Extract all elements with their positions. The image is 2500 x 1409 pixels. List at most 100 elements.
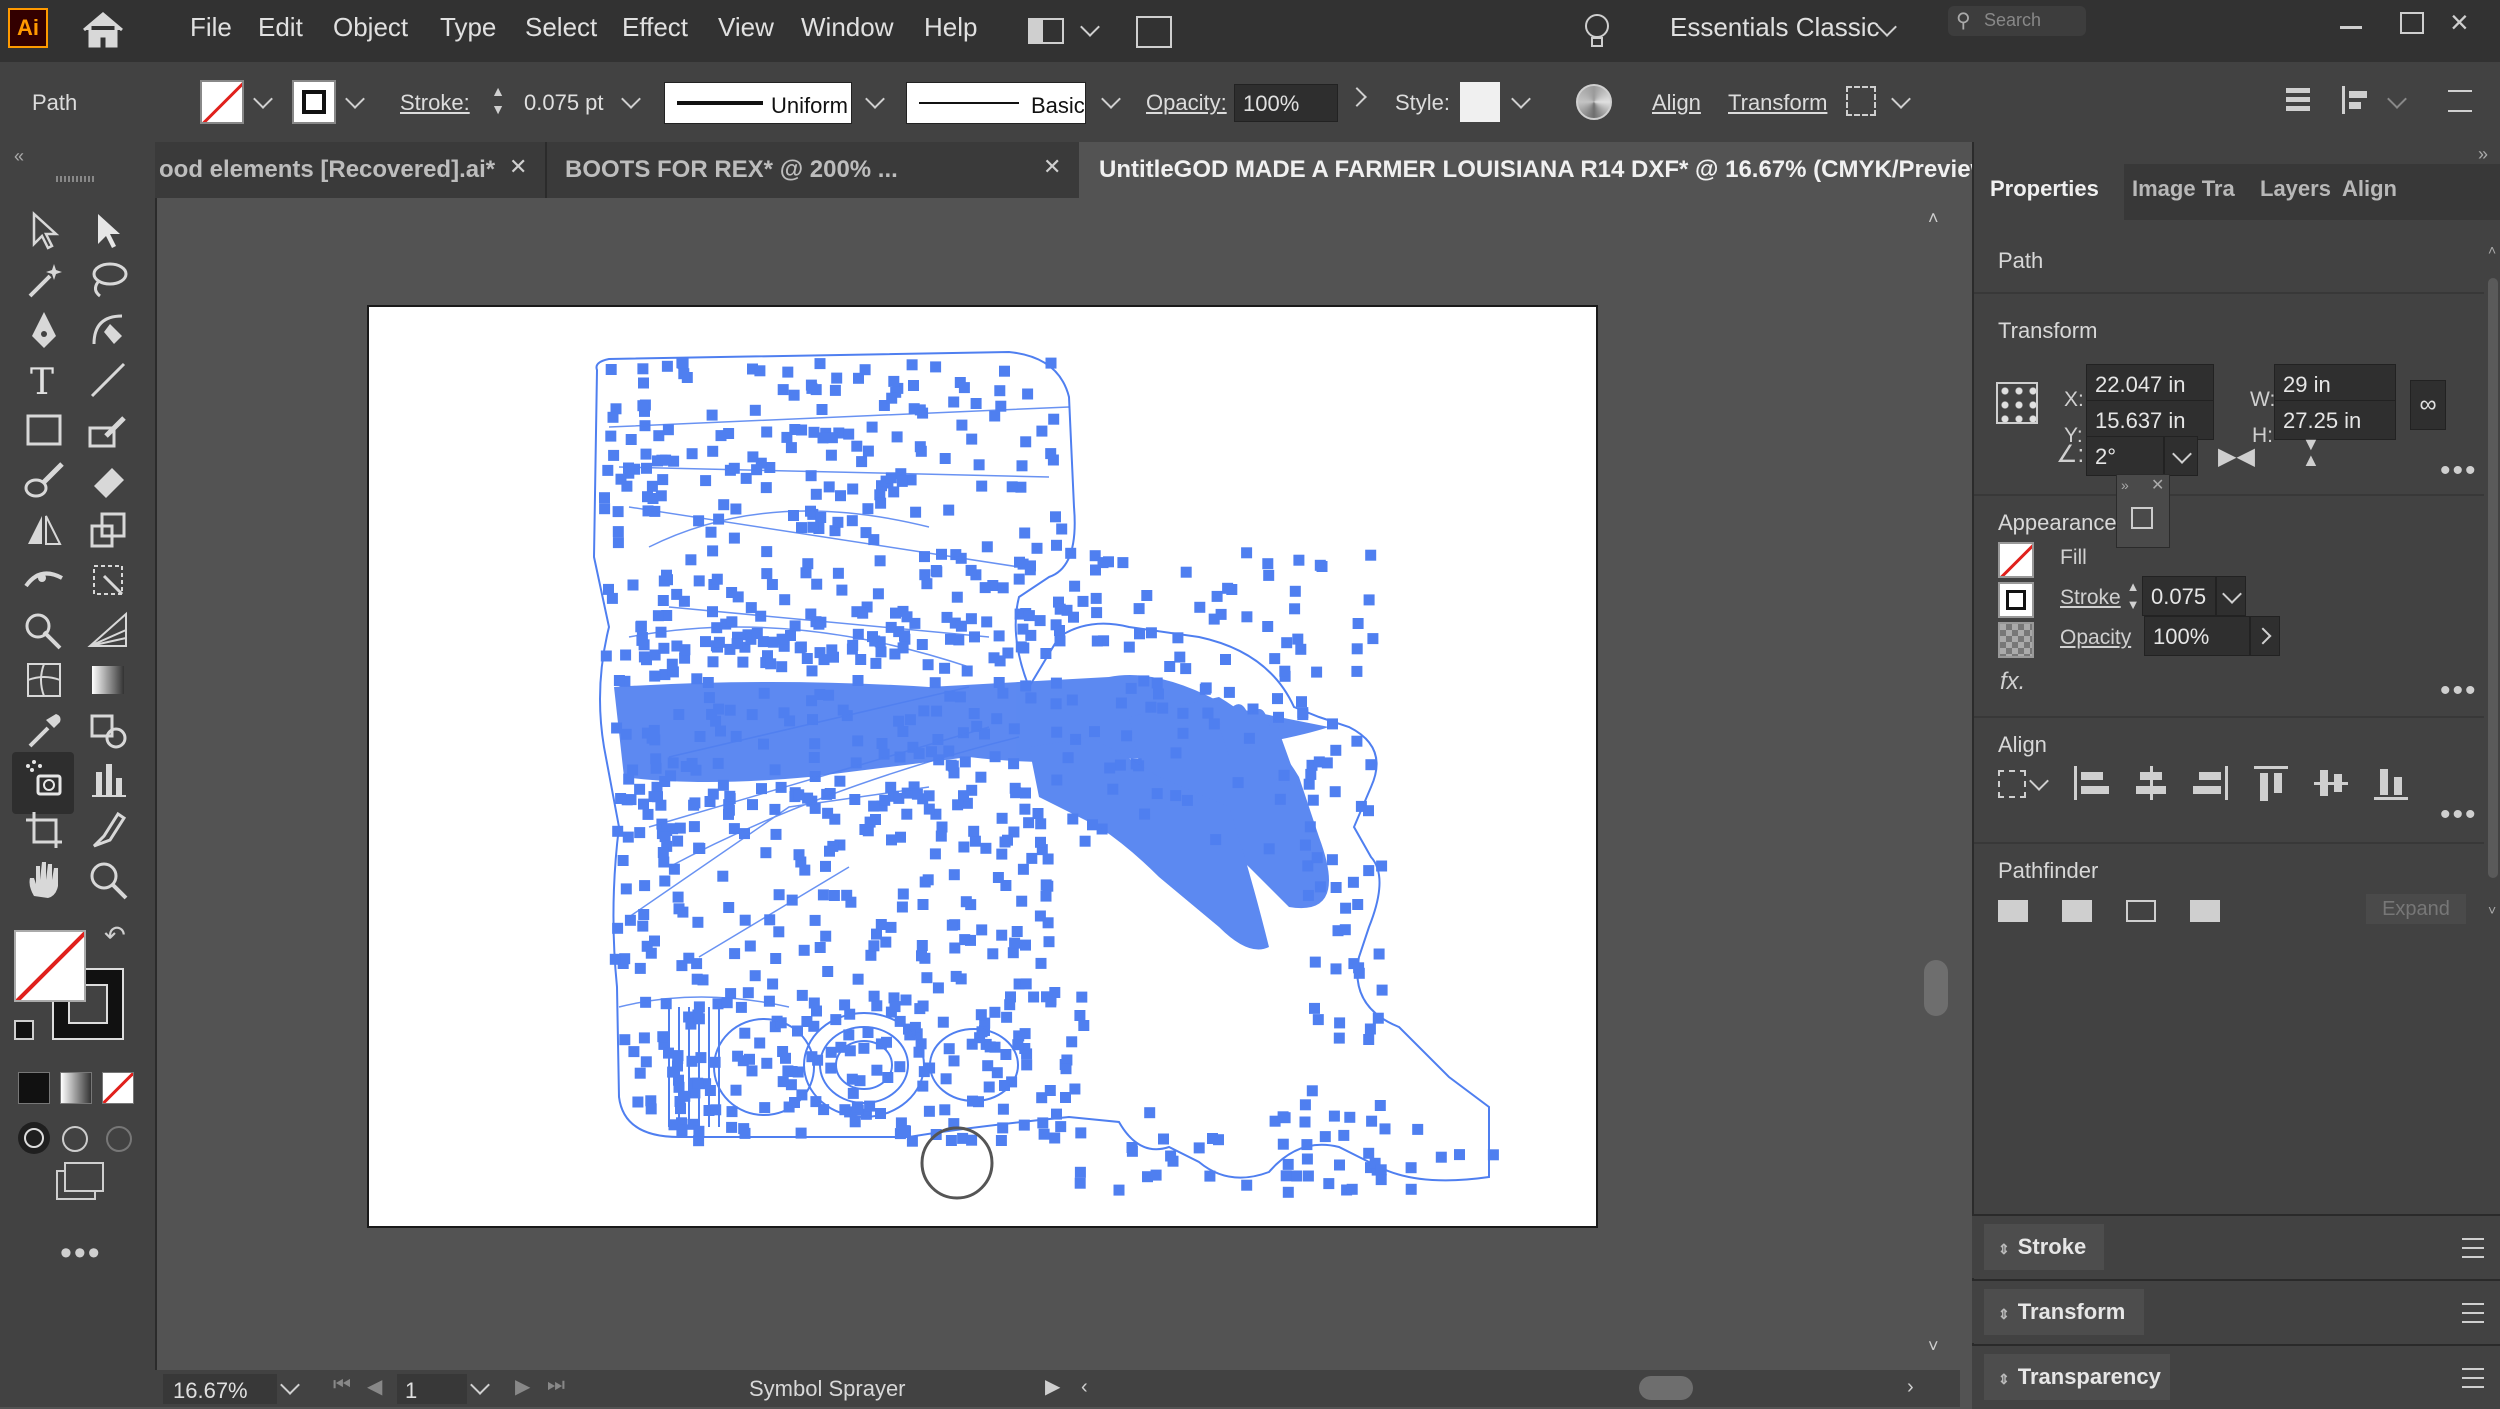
anchor-point[interactable]	[1306, 1085, 1318, 1097]
anchor-point[interactable]	[886, 392, 898, 404]
anchor-point[interactable]	[1207, 1133, 1218, 1144]
x-position-field[interactable]: 22.047 in	[2086, 364, 2214, 404]
anchor-point[interactable]	[997, 1122, 1009, 1134]
anchor-point[interactable]	[1301, 1139, 1313, 1151]
anchor-point[interactable]	[1374, 1100, 1386, 1111]
anchor-point[interactable]	[966, 1038, 978, 1050]
anchor-point[interactable]	[749, 404, 761, 416]
anchor-point[interactable]	[640, 448, 652, 460]
anchor-point[interactable]	[922, 874, 934, 886]
anchor-point[interactable]	[1042, 853, 1054, 865]
anchor-point[interactable]	[612, 825, 624, 837]
anchor-point[interactable]	[1269, 653, 1281, 665]
anchor-point[interactable]	[607, 411, 619, 423]
anchor-point[interactable]	[798, 944, 810, 956]
stroke-label[interactable]: Stroke	[2060, 586, 2121, 610]
anchor-point[interactable]	[832, 567, 844, 579]
anchor-point[interactable]	[754, 365, 766, 377]
anchor-point[interactable]	[726, 587, 738, 598]
constrain-proportions-icon[interactable]: ∞	[2410, 380, 2446, 430]
collapse-toolbar-icon[interactable]: «	[14, 146, 24, 167]
anchor-point[interactable]	[1263, 569, 1275, 581]
anchor-point[interactable]	[1363, 1147, 1375, 1159]
anchor-point[interactable]	[856, 456, 868, 468]
more-options-icon[interactable]: •••	[2440, 798, 2478, 832]
anchor-point[interactable]	[807, 521, 819, 533]
anchor-point[interactable]	[657, 847, 669, 858]
swap-fill-stroke-icon[interactable]: ↶	[104, 920, 126, 951]
artboard-tool-icon[interactable]	[20, 806, 68, 854]
anchor-point[interactable]	[1241, 547, 1253, 559]
gradient-mode-button[interactable]	[60, 1072, 92, 1104]
tab-properties[interactable]: Properties	[1990, 176, 2099, 202]
anchor-point[interactable]	[602, 464, 614, 476]
anchor-point[interactable]	[1293, 554, 1305, 566]
panel-menu-icon[interactable]	[2462, 1368, 2484, 1388]
anchor-point[interactable]	[1289, 603, 1301, 615]
anchor-point[interactable]	[826, 432, 838, 444]
anchor-point[interactable]	[836, 584, 848, 596]
anchor-point[interactable]	[765, 658, 777, 670]
document-tab[interactable]: BOOTS FOR REX* @ 200% ... ✕	[545, 142, 1077, 198]
anchor-point[interactable]	[1180, 566, 1192, 578]
anchor-point[interactable]	[1363, 594, 1375, 606]
anchor-point[interactable]	[1279, 665, 1291, 677]
anchor-point[interactable]	[1338, 1129, 1350, 1141]
anchor-point[interactable]	[824, 845, 835, 857]
width-field[interactable]: 29 in	[2274, 364, 2396, 404]
tab-image-trace[interactable]: Image Tra	[2132, 176, 2244, 202]
draw-normal-icon[interactable]	[18, 1122, 50, 1154]
anchor-point[interactable]	[1211, 590, 1223, 602]
anchor-point[interactable]	[1346, 1183, 1358, 1195]
anchor-point[interactable]	[1020, 939, 1031, 951]
chevron-down-icon[interactable]	[1891, 89, 1911, 109]
expand-icon[interactable]: »	[2121, 477, 2129, 493]
anchor-point[interactable]	[1040, 890, 1052, 902]
anchor-point[interactable]	[847, 483, 859, 495]
zoom-tool-icon[interactable]	[84, 856, 132, 904]
variable-width-profile[interactable]: Uniform	[664, 82, 852, 124]
chevron-down-icon[interactable]	[2029, 771, 2049, 791]
anchor-point[interactable]	[965, 564, 977, 576]
anchor-point[interactable]	[718, 499, 730, 511]
anchor-point[interactable]	[823, 481, 835, 493]
anchor-point[interactable]	[849, 1116, 861, 1128]
rectangle-tool-icon[interactable]	[20, 406, 68, 454]
anchor-point[interactable]	[1054, 635, 1066, 647]
anchor-point[interactable]	[1026, 852, 1038, 864]
opacity-dropdown[interactable]	[2250, 616, 2280, 656]
anchor-point[interactable]	[801, 1016, 813, 1027]
anchor-point[interactable]	[806, 382, 818, 394]
symbol-sprayer-tool-icon[interactable]	[20, 756, 68, 804]
anchor-point[interactable]	[1011, 926, 1023, 937]
chevron-down-icon[interactable]	[1101, 89, 1121, 109]
anchor-point[interactable]	[890, 607, 901, 619]
status-menu-icon[interactable]: ▶	[1045, 1374, 1060, 1399]
anchor-point[interactable]	[632, 1096, 644, 1108]
anchor-point[interactable]	[825, 1046, 837, 1058]
anchor-point[interactable]	[781, 431, 793, 443]
anchor-point[interactable]	[994, 385, 1006, 397]
anchor-point[interactable]	[1066, 1036, 1078, 1048]
anchor-point[interactable]	[982, 1060, 994, 1072]
anchor-point[interactable]	[661, 360, 673, 372]
anchor-point[interactable]	[1180, 663, 1192, 675]
anchor-point[interactable]	[980, 842, 992, 854]
anchor-point[interactable]	[1035, 957, 1047, 969]
anchor-point[interactable]	[1035, 836, 1046, 848]
align-vertical-center-icon[interactable]	[2314, 766, 2348, 800]
anchor-point[interactable]	[870, 657, 882, 669]
transparency-panel-collapsed[interactable]: ⇕ Transparency	[1972, 1344, 2500, 1409]
anchor-point[interactable]	[1330, 744, 1342, 756]
close-tab-icon[interactable]: ✕	[1043, 154, 1061, 180]
anchor-point[interactable]	[1004, 999, 1016, 1011]
anchor-point[interactable]	[940, 1073, 952, 1085]
menu-window[interactable]: Window	[801, 12, 893, 43]
anchor-point[interactable]	[628, 1046, 640, 1058]
anchor-point[interactable]	[638, 798, 649, 810]
anchor-point[interactable]	[1367, 633, 1379, 645]
tab-layers[interactable]: Layers	[2260, 176, 2331, 202]
align-to-selection-icon[interactable]	[1998, 770, 2026, 798]
anchor-point[interactable]	[1048, 413, 1060, 425]
anchor-point[interactable]	[1018, 1119, 1030, 1131]
